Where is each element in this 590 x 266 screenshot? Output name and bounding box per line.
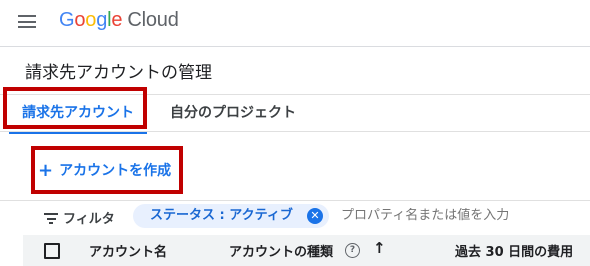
- tab-label: 自分のプロジェクト: [170, 105, 296, 121]
- divider: [0, 131, 590, 132]
- google-cloud-logo[interactable]: Google Cloud: [59, 9, 179, 32]
- tab-label: 請求先アカウント: [22, 105, 134, 121]
- chip-label: ステータス : アクティブ: [150, 208, 293, 223]
- sort-arrow-icon[interactable]: ↑: [373, 239, 386, 257]
- logo-letter: G: [59, 9, 75, 31]
- column-header-account-type[interactable]: アカウントの種類: [229, 241, 333, 260]
- filter-icon[interactable]: [44, 213, 58, 227]
- divider: [0, 94, 590, 95]
- logo-letter: o: [85, 9, 97, 31]
- column-header-cost-30-days[interactable]: 過去 30 日間の費用: [455, 241, 573, 260]
- plus-icon: +: [38, 160, 54, 181]
- page-title: 請求先アカウントの管理: [25, 63, 212, 83]
- create-account-button[interactable]: + アカウントを作成: [38, 158, 171, 184]
- create-account-label: アカウントを作成: [59, 163, 172, 179]
- menu-icon[interactable]: [18, 15, 36, 28]
- top-bar: Google Cloud: [0, 0, 590, 47]
- filter-label[interactable]: フィルタ: [63, 208, 115, 227]
- logo-cloud-text: Cloud: [127, 9, 179, 31]
- status-filter-chip[interactable]: ステータス : アクティブ ✕: [133, 204, 329, 228]
- select-all-checkbox[interactable]: [44, 243, 60, 259]
- tab-billing-accounts[interactable]: 請求先アカウント: [9, 96, 147, 134]
- table-header: アカウント名 アカウントの種類 ? ↑ 過去 30 日間の費用: [23, 235, 590, 266]
- column-header-account-name[interactable]: アカウント名: [89, 241, 167, 260]
- logo-letter: e: [111, 9, 123, 31]
- filter-bar: フィルタ ステータス : アクティブ ✕: [0, 200, 590, 231]
- logo-letter: o: [74, 9, 86, 31]
- chip-remove-icon[interactable]: ✕: [307, 208, 323, 224]
- logo-letter: g: [96, 9, 108, 31]
- help-icon[interactable]: ?: [345, 243, 360, 258]
- tab-my-projects[interactable]: 自分のプロジェクト: [170, 96, 296, 132]
- filter-input[interactable]: [341, 208, 571, 223]
